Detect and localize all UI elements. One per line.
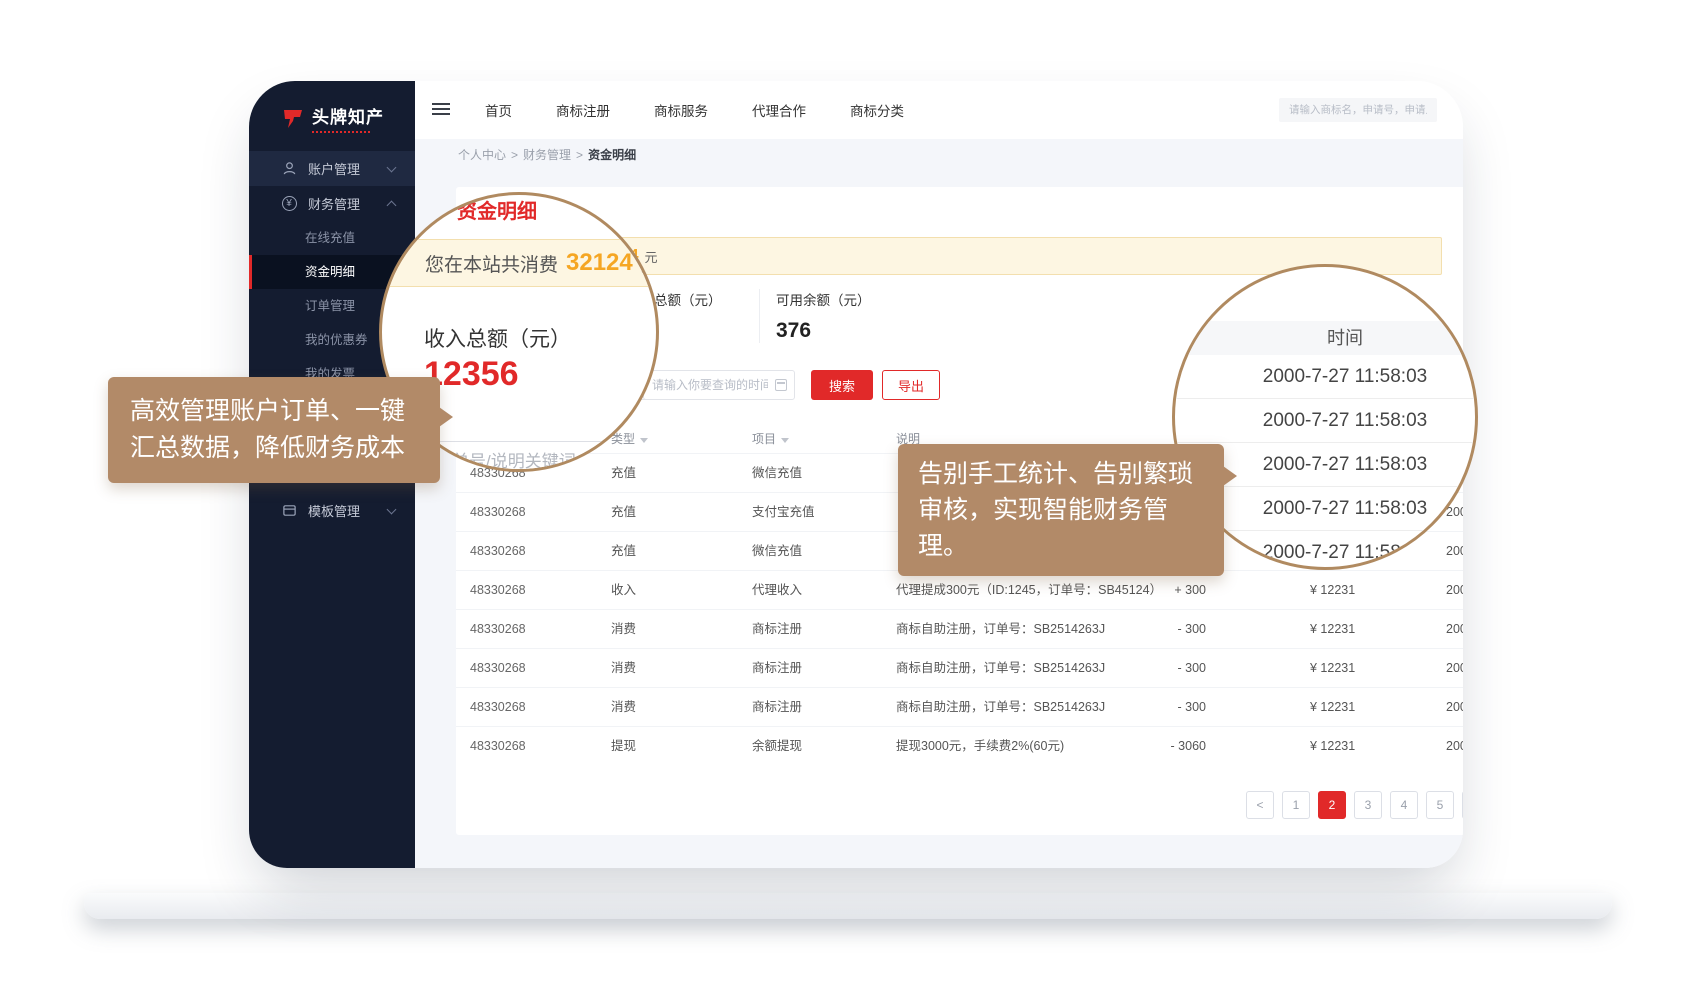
sidebar-item-finance[interactable]: ¥ 财务管理 [249, 186, 415, 221]
header-project[interactable]: 项目 [752, 425, 886, 453]
table-row: 48330268 消费 商标注册 商标自助注册，订单号：SB2514263J -… [456, 609, 1463, 648]
sidebar-item-label: 模板管理 [308, 501, 360, 520]
search-input[interactable] [1279, 98, 1437, 122]
table-row: 48330268 消费 商标注册 商标自助注册，订单号：SB2514263J -… [456, 687, 1463, 726]
logo-dots [312, 131, 370, 133]
topbar: 首页 商标注册 商标服务 代理合作 商标分类 [415, 81, 1463, 139]
pagination-page-2[interactable]: 2 [1318, 791, 1346, 819]
sidebar-item-template[interactable]: 模板管理 [249, 493, 415, 528]
export-button[interactable]: 导出 [882, 370, 940, 400]
pagination-prev[interactable]: < [1246, 791, 1274, 819]
pagination: < 1 2 3 4 5 > [1246, 791, 1463, 819]
breadcrumb-separator: > [576, 148, 583, 162]
magnified-tab: 资金明细 [457, 195, 537, 224]
magnified-time-row: 2000-7-27 11:58:03 [1175, 355, 1475, 399]
breadcrumb-segment[interactable]: 财务管理 [523, 148, 571, 162]
chevron-up-icon [387, 201, 397, 211]
laptop-base [84, 893, 1612, 919]
nav-item-home[interactable]: 首页 [485, 100, 512, 120]
nav-item-trademark-category[interactable]: 商标分类 [850, 100, 904, 120]
template-icon [281, 503, 297, 519]
pagination-page-3[interactable]: 3 [1354, 791, 1382, 819]
breadcrumb: 个人中心 > 财务管理 > 资金明细 [415, 139, 1463, 171]
magnified-keyword-input: 订单号/说明关键词 [422, 441, 636, 472]
breadcrumb-current: 资金明细 [588, 148, 636, 162]
pagination-page-4[interactable]: 4 [1390, 791, 1418, 819]
sidebar-item-account[interactable]: 账户管理 [249, 151, 415, 186]
pagination-next[interactable]: > [1462, 791, 1463, 819]
stage: 头牌知产 账户管理 ¥ 财务管理 [0, 0, 1696, 1002]
nav-item-trademark-service[interactable]: 商标服务 [654, 100, 708, 120]
top-navigation: 首页 商标注册 商标服务 代理合作 商标分类 [485, 81, 904, 139]
chevron-down-icon [387, 163, 397, 173]
chevron-down-icon [387, 505, 397, 515]
user-icon [281, 161, 297, 177]
breadcrumb-separator: > [511, 148, 518, 162]
callout-left: 高效管理账户订单、一键汇总数据，降低财务成本 [108, 377, 440, 483]
sidebar-item-label: 账户管理 [308, 159, 360, 178]
callout-right: 告别手工统计、告别繁琐审核，实现智能财务管理。 [898, 444, 1224, 576]
sort-caret-icon [640, 438, 648, 443]
nav-item-agency-cooperation[interactable]: 代理合作 [752, 100, 806, 120]
table-row: 48330268 消费 商标注册 商标自助注册，订单号：SB2514263J -… [456, 648, 1463, 687]
menu-icon[interactable] [432, 103, 450, 118]
table-row: 48330268 提现 余额提现 提现3000元，手续费2%(60元) - 30… [456, 726, 1463, 765]
search-button[interactable]: 搜索 [811, 370, 873, 400]
nav-item-trademark-register[interactable]: 商标注册 [556, 100, 610, 120]
logo-icon [281, 107, 305, 131]
pagination-page-5[interactable]: 5 [1426, 791, 1454, 819]
time-input[interactable] [643, 370, 795, 400]
sort-caret-icon [781, 438, 789, 443]
magnified-banner: 您在本站共消费 32124 元 [379, 239, 659, 287]
magnified-time-header: 时间 [1175, 321, 1475, 355]
logo-text: 头牌知产 [312, 107, 384, 129]
calendar-icon [775, 379, 787, 391]
pagination-page-1[interactable]: 1 [1282, 791, 1310, 819]
yen-circle-icon: ¥ [281, 196, 297, 212]
sidebar-item-label: 财务管理 [308, 194, 360, 213]
logo[interactable]: 头牌知产 [281, 107, 384, 133]
magnified-time-row: 2000-7-27 11:58:03 [1175, 399, 1475, 443]
stat-balance: 可用余额（元） 376 [759, 289, 979, 343]
magnified-stat-label: 收入总额（元） [424, 323, 571, 353]
breadcrumb-segment[interactable]: 个人中心 [458, 148, 506, 162]
